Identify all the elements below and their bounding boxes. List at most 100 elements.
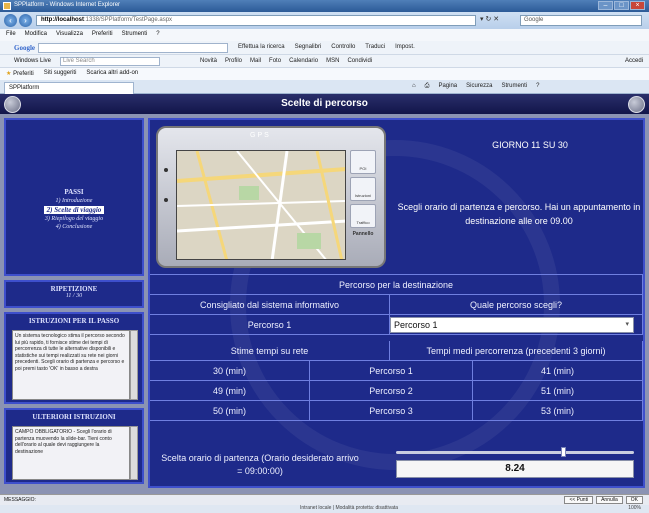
forward-arrow-icon[interactable]: › (19, 14, 32, 27)
google-settings-button[interactable]: Impost. (395, 44, 415, 50)
route-name: Percorso 1 (310, 361, 473, 381)
gps-brand: GPS (250, 132, 271, 139)
live-item[interactable]: MSN (326, 58, 339, 64)
main-panel: GPS POI Istruzioni Traffico Pannello GIO… (148, 118, 645, 488)
menu-strumenti[interactable]: Strumenti (122, 31, 148, 41)
ie-icon (3, 2, 11, 10)
google-bookmarks-button[interactable]: Segnalibri (295, 44, 322, 50)
live-signin-link[interactable]: Accedi (625, 58, 643, 64)
back-arrow-icon[interactable]: ‹ (4, 14, 17, 27)
app-area: Scelte di percorso PASSI 1) Introduzione… (0, 94, 649, 494)
favorites-button[interactable]: ★ Preferiti (6, 70, 34, 80)
route-average: 53 (min) (473, 401, 643, 421)
google-toolbar-items: Effettua la ricerca Segnalibri Controllo… (238, 44, 415, 50)
recommended-header: Consigliato dal sistema informativo (150, 295, 390, 315)
google-check-button[interactable]: Controllo (331, 44, 355, 50)
step-item-active: 2) Scelte di viaggio (43, 206, 105, 214)
help-icon[interactable]: ? (536, 83, 539, 90)
repetition-panel: RIPETIZIONE 11 / 30 (4, 280, 144, 308)
url-field[interactable]: http://localhost:1338/SPPlatform/TestPag… (36, 15, 476, 26)
live-item[interactable]: Condividi (347, 58, 372, 64)
live-search-input[interactable]: Live Search (60, 57, 160, 66)
steps-title: PASSI (64, 188, 84, 196)
suggested-sites-link[interactable]: Siti suggeriti (44, 70, 77, 80)
ok-button[interactable]: OK (625, 496, 643, 504)
app-header: Scelte di percorso (0, 94, 649, 114)
addons-link[interactable]: Scarica altri add-on (86, 70, 138, 80)
live-item[interactable]: Novità (200, 58, 217, 64)
browser-search-input[interactable]: Google (520, 15, 642, 26)
status-text: Intranet locale | Modalità protetta: dis… (300, 505, 399, 511)
departure-time-value: 8.24 (396, 460, 634, 478)
footer-buttons: << Punti Annulla OK (564, 496, 643, 504)
step-item: 4) Conclusione (55, 224, 93, 230)
google-toolbar: Google Effettua la ricerca Segnalibri Co… (0, 41, 649, 55)
command-tools[interactable]: Strumenti (501, 83, 527, 90)
google-search-button[interactable]: Effettua la ricerca (238, 44, 285, 50)
menu-preferiti[interactable]: Preferiti (92, 31, 113, 41)
tab-bar: SPPlatform ⌂ ⎙ Pagina Sicurezza Strument… (0, 80, 649, 94)
gps-device: GPS POI Istruzioni Traffico Pannello (156, 126, 386, 268)
close-button[interactable]: × (630, 1, 645, 10)
maximize-button[interactable]: □ (614, 1, 629, 10)
zoom-level[interactable]: 100% (628, 505, 641, 511)
refresh-stop-icons[interactable]: ▾ ↻ ✕ (480, 15, 499, 23)
logo-left-icon (4, 96, 21, 113)
gps-led (164, 198, 168, 202)
step-item: 3) Riepilogo del viaggio (44, 216, 104, 222)
home-icon[interactable]: ⌂ (412, 83, 416, 90)
poi-button[interactable]: POI (350, 150, 376, 174)
gps-led (164, 168, 168, 172)
step-instructions-text[interactable]: Un sistema tecnologico stima il percorso… (12, 330, 130, 400)
step-instructions-label: ISTRUZIONI PER IL PASSO (28, 317, 120, 325)
map-drawing (177, 151, 345, 259)
window-controls: – □ × (598, 1, 645, 10)
departure-slider-track[interactable] (396, 451, 634, 454)
instructions-button[interactable]: Istruzioni (350, 177, 376, 201)
favorites-bar: ★ Preferiti Siti suggeriti Scarica altri… (0, 68, 649, 80)
live-title: Windows Live (14, 58, 52, 64)
departure-label: Scelta orario di partenza (Orario deside… (161, 453, 359, 476)
route-estimate: 30 (min) (150, 361, 310, 381)
menu-file[interactable]: File (6, 31, 16, 41)
live-item[interactable]: Calendario (289, 58, 318, 64)
departure-slider-thumb[interactable] (560, 447, 566, 457)
task-description: Scegli orario di partenza e percorso. Ha… (397, 202, 641, 226)
window-title: SPPlatform - Windows Internet Explorer (14, 2, 121, 8)
estimates-header: Stime tempi su rete (150, 341, 390, 361)
day-counter: GIORNO 11 SU 30 (492, 140, 568, 150)
chevron-down-icon: ▾ (625, 321, 629, 328)
menu-help[interactable]: ? (156, 31, 159, 41)
further-scrollbar[interactable] (130, 426, 138, 480)
google-translate-button[interactable]: Traduci (365, 44, 385, 50)
minimize-button[interactable]: – (598, 1, 613, 10)
repetition-value: 11 / 30 (65, 293, 83, 299)
instructions-scrollbar[interactable] (130, 330, 138, 400)
step-list: 1) Introduzione 2) Scelte di viaggio 3) … (6, 198, 142, 230)
further-instructions-text[interactable]: CAMPO OBBLIGATORIO - Scegli l'orario di … (12, 426, 130, 480)
cancel-button[interactable]: Annulla (596, 496, 623, 504)
menu-visualizza[interactable]: Visualizza (56, 31, 83, 41)
google-search-input[interactable] (38, 43, 228, 53)
tab-spplatform[interactable]: SPPlatform (4, 82, 134, 94)
steps-panel: PASSI 1) Introduzione 2) Scelte di viagg… (4, 118, 144, 276)
average-header: Tempi medi percorrenza (precedenti 3 gio… (390, 341, 643, 361)
live-item[interactable]: Foto (269, 58, 281, 64)
print-icon[interactable]: ⎙ (425, 83, 430, 90)
traffic-button[interactable]: Traffico (350, 204, 376, 228)
live-item[interactable]: Profilo (225, 58, 242, 64)
points-button[interactable]: << Punti (564, 496, 594, 504)
command-bar: ⌂ ⎙ Pagina Sicurezza Strumenti ? (412, 83, 540, 90)
route-select[interactable]: Percorso 1 ▾ (390, 317, 634, 333)
menu-modifica[interactable]: Modifica (25, 31, 47, 41)
repetition-label: RIPETIZIONE (50, 285, 98, 293)
command-security[interactable]: Sicurezza (466, 83, 492, 90)
recommended-route: Percorso 1 (150, 315, 390, 335)
google-logo: Google (14, 44, 35, 52)
live-item[interactable]: Mail (250, 58, 261, 64)
message-label: MESSAGGIO: (4, 497, 36, 503)
further-instructions-panel: ULTERIORI ISTRUZIONI CAMPO OBBLIGATORIO … (4, 408, 144, 484)
command-page[interactable]: Pagina (438, 83, 457, 90)
menu-bar: File Modifica Visualizza Preferiti Strum… (0, 29, 649, 41)
step-item: 1) Introduzione (55, 198, 93, 204)
